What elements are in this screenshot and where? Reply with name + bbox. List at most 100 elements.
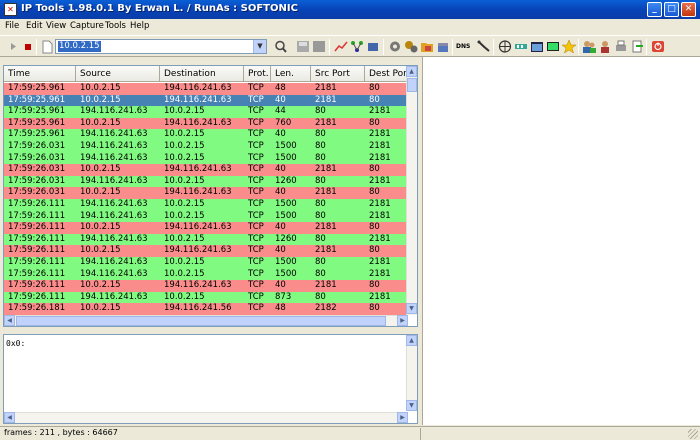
cell-dst: 194.116.241.63 xyxy=(164,164,232,175)
cell-time: 17:59:26.111 xyxy=(8,257,66,267)
adapter-icon[interactable] xyxy=(513,39,529,54)
table-row[interactable]: 17:59:26.111 194.116.241.63 10.0.2.15 TCP 15… xyxy=(4,199,408,211)
cell-len: 760 xyxy=(275,117,292,128)
table-row[interactable]: 17:59:26.111 10.0.2.15 194.116.241.63 TCP 40… xyxy=(4,280,408,292)
app-icon[interactable]: ✕ xyxy=(4,3,17,16)
menu-capture[interactable]: Capture xyxy=(70,21,104,31)
table-row[interactable]: 17:59:26.111 194.116.241.63 10.0.2.15 TCP 15… xyxy=(4,210,408,223)
hex-vertical-scrollbar[interactable]: ▲ ▼ xyxy=(406,335,417,411)
dns-icon[interactable]: DNS xyxy=(456,39,474,54)
column-destination[interactable]: Destination xyxy=(160,66,244,82)
vertical-scrollbar[interactable]: ▲ ▼ xyxy=(406,66,417,315)
window-icon[interactable] xyxy=(529,39,545,54)
table-row[interactable]: 17:59:25.961 10.0.2.15 194.116.241.63 TCP 76… xyxy=(4,117,408,130)
scroll-thumb[interactable] xyxy=(407,78,417,92)
column-length[interactable]: Len. xyxy=(271,66,311,82)
power-icon[interactable] xyxy=(650,39,666,54)
table-row[interactable]: 17:59:25.961 10.0.2.15 194.116.241.63 TCP 48… xyxy=(4,83,408,95)
printer-icon[interactable] xyxy=(613,39,629,54)
packet-table[interactable]: Time Source Destination Prot. Len. Src P… xyxy=(3,65,418,327)
table-row[interactable]: 17:59:26.111 194.116.241.63 10.0.2.15 TCP 87… xyxy=(4,291,408,304)
table-row[interactable]: 17:59:26.031 194.116.241.63 10.0.2.15 TCP 15… xyxy=(4,152,408,165)
hex-horizontal-scrollbar[interactable]: ◀ ▶ xyxy=(4,412,408,423)
box-icon[interactable] xyxy=(435,39,451,54)
table-row[interactable]: 17:59:25.961 194.116.241.63 10.0.2.15 TCP 40… xyxy=(4,129,408,141)
folder-icon[interactable] xyxy=(419,39,435,54)
cell-sport: 80 xyxy=(315,106,326,117)
scroll-left-icon[interactable]: ◀ xyxy=(4,412,15,423)
table-row[interactable]: 17:59:26.031 10.0.2.15 194.116.241.63 TCP 40… xyxy=(4,187,408,199)
graph-icon[interactable] xyxy=(333,39,349,54)
cell-time: 17:59:26.111 xyxy=(8,233,66,244)
cell-sport: 2181 xyxy=(315,187,337,198)
close-button[interactable]: ✕ xyxy=(681,2,696,17)
play-icon[interactable] xyxy=(5,39,21,54)
details-panel[interactable] xyxy=(422,57,700,425)
table-row[interactable]: 17:59:25.961 194.116.241.63 10.0.2.15 TCP 44… xyxy=(4,106,408,118)
tools-icon[interactable] xyxy=(365,39,381,54)
menu-file[interactable]: File xyxy=(5,21,19,31)
new-document-icon[interactable] xyxy=(39,39,55,54)
column-time[interactable]: Time xyxy=(4,66,76,82)
column-src-port[interactable]: Src Port xyxy=(311,66,365,82)
menu-edit[interactable]: Edit xyxy=(26,21,42,31)
resize-grip-icon[interactable] xyxy=(688,429,698,439)
table-row[interactable]: 17:59:26.031 194.116.241.63 10.0.2.15 TCP 15… xyxy=(4,141,408,153)
table-row[interactable]: 17:59:26.111 194.116.241.63 10.0.2.15 TCP 15… xyxy=(4,268,408,281)
menu-help[interactable]: Help xyxy=(130,21,149,31)
ip-address-combo[interactable]: 10.0.2.15 ▼ xyxy=(55,39,267,54)
scroll-down-icon[interactable]: ▼ xyxy=(406,400,417,411)
table-row[interactable]: 17:59:26.111 10.0.2.15 194.116.241.63 TCP 40… xyxy=(4,222,408,234)
scroll-right-icon[interactable]: ▶ xyxy=(397,315,408,326)
star-icon[interactable] xyxy=(561,39,577,54)
table-row[interactable]: 17:59:26.111 194.116.241.63 10.0.2.15 TCP 15… xyxy=(4,257,408,269)
cell-sport: 80 xyxy=(315,152,326,163)
table-row[interactable]: 17:59:26.111 10.0.2.15 194.116.241.63 TCP 40… xyxy=(4,245,408,257)
cell-len: 48 xyxy=(275,303,286,314)
cell-time: 17:59:25.961 xyxy=(8,83,66,93)
menu-view[interactable]: View xyxy=(46,21,66,31)
users-icon[interactable] xyxy=(581,39,597,54)
group-icon[interactable] xyxy=(597,39,613,54)
cable-icon[interactable] xyxy=(476,39,492,54)
toolbar-separator xyxy=(646,39,647,55)
exit-icon[interactable] xyxy=(629,39,645,54)
scroll-right-icon[interactable]: ▶ xyxy=(397,412,408,423)
menu-tools[interactable]: Tools xyxy=(105,21,126,31)
column-protocol[interactable]: Prot. xyxy=(244,66,271,82)
table-row[interactable]: 17:59:26.111 194.116.241.63 10.0.2.15 TCP 12… xyxy=(4,233,408,246)
network-icon[interactable] xyxy=(349,39,365,54)
scroll-up-icon[interactable]: ▲ xyxy=(406,335,417,346)
stop-icon[interactable] xyxy=(20,39,36,54)
cell-time: 17:59:26.111 xyxy=(8,245,66,256)
scroll-down-icon[interactable]: ▼ xyxy=(406,303,417,314)
maximize-button[interactable]: □ xyxy=(664,2,679,17)
minimize-button[interactable]: _ xyxy=(647,2,662,17)
cell-src: 10.0.2.15 xyxy=(80,83,121,93)
chevron-down-icon[interactable]: ▼ xyxy=(253,40,266,53)
hex-dump-pane[interactable]: 0x0: ▲ ▼ ◀ ▶ xyxy=(3,334,418,424)
globe-icon[interactable] xyxy=(497,39,513,54)
scroll-left-icon[interactable]: ◀ xyxy=(4,315,15,326)
monitor-icon[interactable] xyxy=(545,39,561,54)
table-row[interactable]: 17:59:26.181 10.0.2.15 194.116.241.56 TCP 48… xyxy=(4,303,408,315)
scroll-thumb[interactable] xyxy=(16,316,386,326)
column-source[interactable]: Source xyxy=(76,66,160,82)
cell-time: 17:59:25.961 xyxy=(8,129,66,140)
ip-address-value[interactable]: 10.0.2.15 xyxy=(58,41,101,52)
settings-icon[interactable] xyxy=(387,39,403,54)
table-row[interactable]: 17:59:26.031 194.116.241.63 10.0.2.15 TCP 12… xyxy=(4,175,408,188)
cell-dst: 10.0.2.15 xyxy=(164,199,205,209)
table-row[interactable]: 17:59:26.031 10.0.2.15 194.116.241.63 TCP 40… xyxy=(4,164,408,176)
cell-dst: 194.116.241.63 xyxy=(164,187,232,198)
disk-icon[interactable] xyxy=(311,39,327,54)
column-dest-port[interactable]: Dest Port xyxy=(365,66,408,82)
save-icon[interactable] xyxy=(295,39,311,54)
horizontal-scrollbar[interactable]: ◀ ▶ xyxy=(4,315,408,326)
scroll-up-icon[interactable]: ▲ xyxy=(406,66,417,77)
table-row[interactable]: 17:59:25.961 10.0.2.15 194.116.241.63 TCP 40… xyxy=(4,94,408,107)
title-bar[interactable]: ✕ IP Tools 1.98.0.1 By Erwan L. / RunAs … xyxy=(0,0,700,19)
search-icon[interactable] xyxy=(273,39,289,54)
cell-src: 194.116.241.63 xyxy=(80,257,148,267)
gears-icon[interactable] xyxy=(403,39,419,54)
